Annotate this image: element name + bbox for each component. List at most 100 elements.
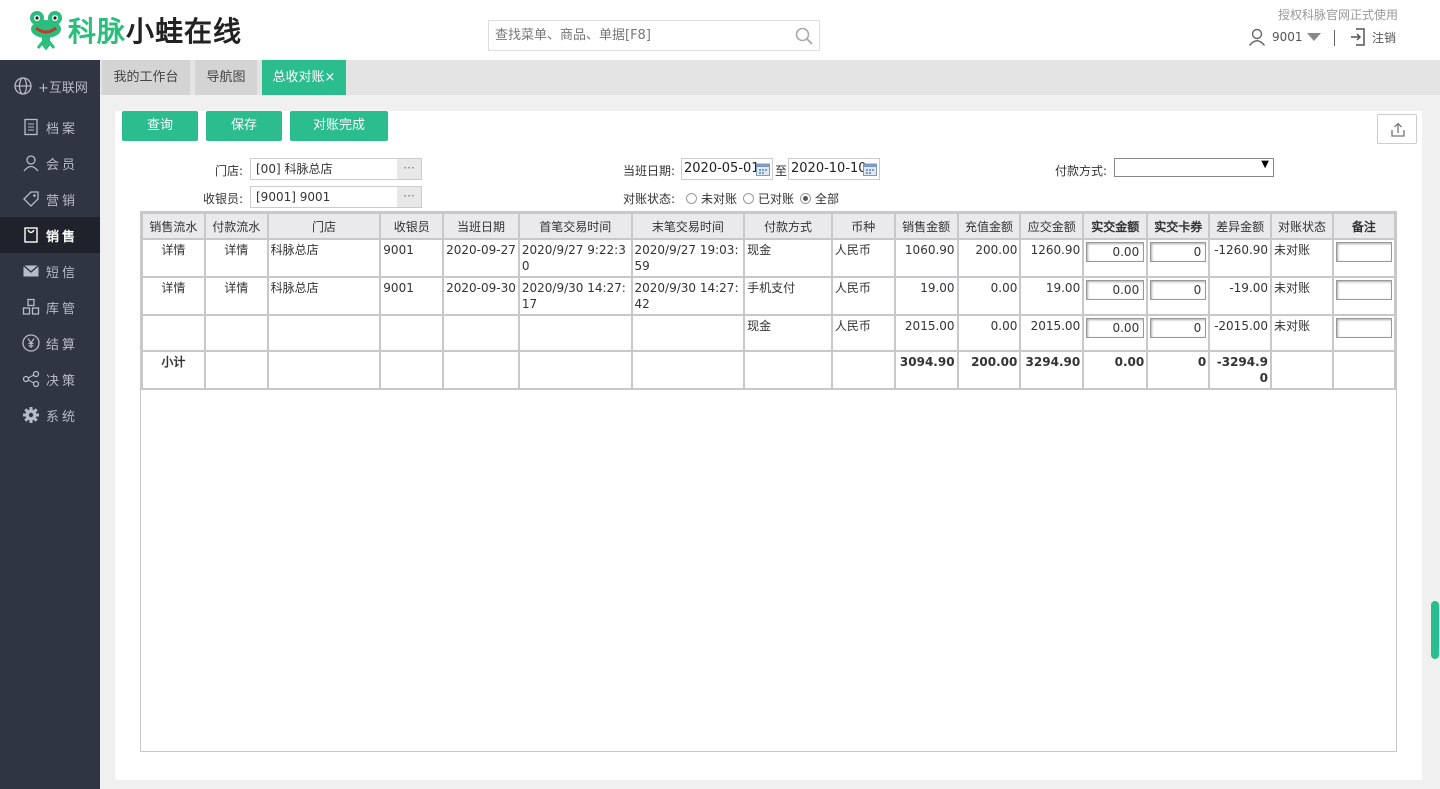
sidebar-item-sms[interactable]: 短信 — [0, 253, 100, 289]
column-header[interactable]: 付款方式 — [743, 212, 833, 240]
column-header[interactable]: 对账状态 — [1270, 212, 1334, 240]
currency-cell: 人民币 — [830, 276, 896, 316]
sidebar-item-sales[interactable]: 销售 — [0, 217, 100, 253]
pay-flow-link[interactable]: 详情 — [203, 238, 269, 278]
gear-icon — [23, 407, 39, 423]
diff-cell: -2015.00 — [1208, 314, 1273, 352]
column-header[interactable]: 当班日期 — [442, 212, 520, 240]
sale-flow-link[interactable]: 详情 — [141, 238, 206, 278]
calendar-icon[interactable] — [756, 162, 770, 176]
subtotal-due: 3294.90 — [1019, 350, 1085, 390]
brand-name: 科脉小蛙在线 — [68, 10, 242, 50]
logout-button[interactable]: 注销 — [1350, 28, 1396, 46]
currency-cell: 人民币 — [830, 314, 896, 352]
paid-amount-input[interactable]: 0.00 — [1086, 242, 1145, 262]
column-header[interactable]: 币种 — [830, 212, 896, 240]
recharge-cell: 200.00 — [956, 238, 1022, 278]
first-time-cell: 2020/9/27 9:22:30 — [517, 238, 633, 278]
empty-cell — [1331, 350, 1397, 390]
brand-logo[interactable]: 科脉小蛙在线 — [28, 10, 242, 50]
store-cell: 科脉总店 — [266, 238, 382, 278]
tab-label: 导航图 — [206, 70, 246, 85]
sidebar-item-system[interactable]: 系统 — [0, 397, 100, 433]
column-header[interactable]: 收银员 — [379, 212, 445, 240]
empty-cell — [743, 350, 833, 390]
paid-amount-input[interactable]: 0.00 — [1086, 280, 1145, 300]
sidebar-item-label: 结算 — [46, 337, 79, 353]
store-picker-button[interactable]: ··· — [397, 159, 421, 179]
diff-cell: -1260.90 — [1208, 238, 1273, 278]
sale-flow-link — [141, 314, 206, 352]
pay-method-select[interactable]: ▼ — [1114, 158, 1274, 177]
column-header[interactable]: 门店 — [266, 212, 382, 240]
cashier-picker-button[interactable]: ··· — [397, 187, 421, 207]
empty-cell — [830, 350, 896, 390]
pay-flow-link[interactable]: 详情 — [203, 276, 269, 316]
coupon-amount-input[interactable]: 0 — [1150, 242, 1207, 262]
empty-cell — [442, 350, 520, 390]
store-field[interactable]: [00] 科脉总店 ··· — [250, 158, 422, 180]
remark-cell — [1331, 238, 1397, 278]
empty-cell — [1270, 350, 1334, 390]
status-radio-unreconciled[interactable] — [686, 193, 697, 204]
date-to-field[interactable]: 2020-10-10 — [788, 158, 880, 180]
column-header[interactable]: 备注 — [1331, 212, 1397, 240]
globe-icon — [14, 77, 32, 95]
close-icon[interactable]: × — [325, 70, 336, 85]
status-radio-all[interactable] — [800, 193, 812, 204]
column-header[interactable]: 销售金额 — [893, 212, 959, 240]
user-name: 9001 — [1272, 30, 1303, 44]
tab-workbench[interactable]: 我的工作台 — [102, 60, 190, 95]
column-header[interactable]: 充值金额 — [956, 212, 1022, 240]
global-search[interactable] — [488, 20, 820, 51]
mail-icon — [23, 264, 39, 277]
status-radio-reconciled[interactable] — [743, 193, 755, 204]
sidebar-item-settlement[interactable]: 结算 — [0, 325, 100, 361]
query-button[interactable]: 查询 — [122, 111, 198, 141]
sidebar-item-archive[interactable]: 档案 — [0, 109, 100, 145]
column-header[interactable]: 末笔交易时间 — [630, 212, 746, 240]
sidebar-item-label: 档案 — [46, 121, 79, 137]
chevron-down-icon: ▼ — [1261, 159, 1269, 170]
scrollbar-thumb[interactable] — [1431, 601, 1439, 659]
column-header[interactable]: 实交卡券 — [1146, 212, 1211, 240]
subtotal-coupon: 0 — [1146, 350, 1211, 390]
sidebar-item-marketing[interactable]: 营销 — [0, 181, 100, 217]
date-from-field[interactable]: 2020-05-01 — [681, 158, 773, 180]
remark-input[interactable] — [1335, 280, 1392, 300]
store-cell: 科脉总店 — [266, 276, 382, 316]
subtotal-paid: 0.00 — [1082, 350, 1149, 390]
diff-cell: -19.00 — [1208, 276, 1273, 316]
tab-reconciliation[interactable]: 总收对账× — [262, 60, 346, 95]
sidebar-item-decision[interactable]: 决策 — [0, 361, 100, 397]
cashier-field[interactable]: [9001] 9001 ··· — [250, 186, 422, 208]
sidebar-item-inventory[interactable]: 库管 — [0, 289, 100, 325]
remark-input[interactable] — [1335, 318, 1392, 338]
column-header[interactable]: 首笔交易时间 — [517, 212, 633, 240]
upload-icon — [1391, 122, 1405, 137]
save-button[interactable]: 保存 — [206, 111, 282, 141]
currency-cell: 人民币 — [830, 238, 896, 278]
paid-amount-input[interactable]: 0.00 — [1086, 318, 1145, 338]
search-icon[interactable] — [795, 27, 813, 45]
sidebar-item-internet[interactable]: +互联网 — [0, 68, 100, 104]
column-header[interactable]: 实交金额 — [1082, 212, 1149, 240]
reconcile-complete-button[interactable]: 对账完成 — [290, 111, 388, 141]
remark-input[interactable] — [1335, 242, 1392, 262]
export-button[interactable] — [1377, 114, 1417, 144]
column-header[interactable]: 应交金额 — [1019, 212, 1085, 240]
column-header[interactable]: 销售流水 — [141, 212, 206, 240]
sale-flow-link[interactable]: 详情 — [141, 276, 206, 316]
column-header[interactable]: 差异金额 — [1208, 212, 1273, 240]
user-menu[interactable]: 9001 — [1248, 28, 1321, 46]
calendar-icon[interactable] — [863, 162, 877, 176]
column-header[interactable]: 付款流水 — [203, 212, 269, 240]
due-cell: 19.00 — [1019, 276, 1085, 316]
tab-nav-map[interactable]: 导航图 — [195, 60, 257, 95]
sidebar-item-member[interactable]: 会员 — [0, 145, 100, 181]
document-icon — [24, 118, 38, 136]
reconciliation-grid: 销售流水 付款流水 门店 收银员 当班日期 首笔交易时间 末笔交易时间 付款方式… — [140, 211, 1397, 752]
search-input[interactable] — [489, 21, 779, 50]
coupon-amount-input[interactable]: 0 — [1150, 318, 1207, 338]
coupon-amount-input[interactable]: 0 — [1150, 280, 1207, 300]
